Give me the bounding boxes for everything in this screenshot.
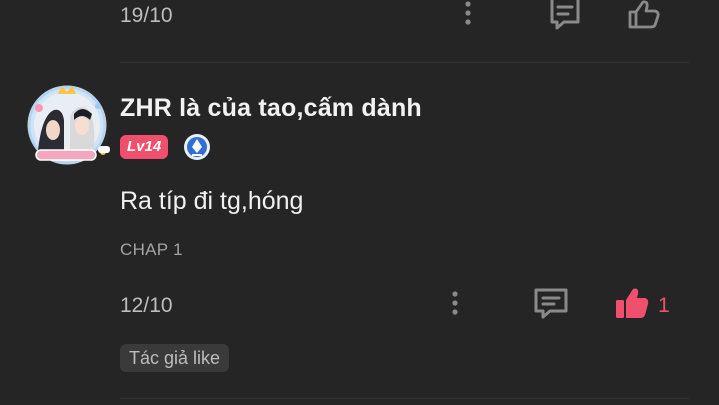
- author-like-badge: Tác giả like: [120, 344, 230, 372]
- comment-date: 12/10: [120, 294, 173, 317]
- comment-reply-button[interactable]: [533, 288, 569, 320]
- diamond-rank-icon: [184, 134, 210, 160]
- comment-body: Ra típ đi tg,hóng: [120, 187, 304, 215]
- comment-icon: [534, 288, 568, 319]
- prev-more-button[interactable]: [458, 0, 478, 30]
- chapter-label[interactable]: CHAP 1: [120, 240, 183, 260]
- comment-like-button[interactable]: [614, 286, 650, 320]
- user-avatar[interactable]: [24, 80, 110, 166]
- prev-reply-button[interactable]: [547, 0, 583, 30]
- more-vertical-icon: [452, 291, 458, 315]
- prev-like-button[interactable]: [626, 0, 662, 30]
- comment-more-button[interactable]: [445, 290, 465, 320]
- like-count: 1: [658, 294, 670, 317]
- rank-badge: [183, 133, 211, 161]
- thumbs-up-outline-icon: [628, 0, 660, 29]
- level-badge: Lv14: [120, 135, 169, 159]
- comment-divider: [120, 62, 689, 63]
- prev-comment-date: 19/10: [120, 4, 173, 27]
- comment-username[interactable]: ZHR là của tao,cấm dành: [120, 94, 422, 123]
- comment-icon: [550, 0, 580, 30]
- avatar-frame-icon: [27, 85, 110, 165]
- more-vertical-icon: [465, 1, 471, 25]
- comment-divider-bottom: [120, 398, 689, 399]
- thumbs-up-filled-icon: [616, 288, 649, 318]
